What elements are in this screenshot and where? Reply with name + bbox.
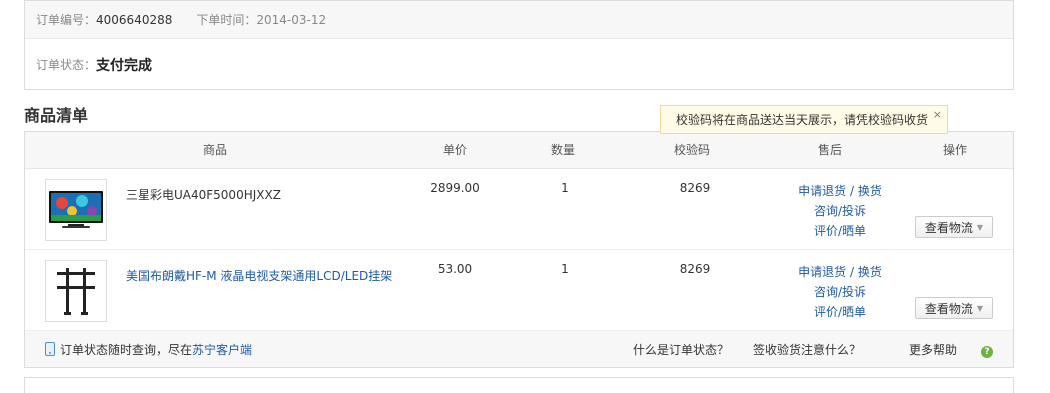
order-number: 4006640288 xyxy=(96,12,173,27)
order-status-label: 订单状态： xyxy=(36,58,97,72)
verification-code: 8269 xyxy=(679,181,711,195)
return-exchange-link[interactable]: 申请退货 / 换货 xyxy=(785,262,895,282)
tooltip-text: 校验码将在商品送达当天展示，请凭校验码收货 xyxy=(676,113,929,127)
product-price: 53.00 xyxy=(437,262,473,276)
verification-code-tooltip: 校验码将在商品送达当天展示，请凭校验码收货 × xyxy=(660,105,948,134)
table-header: 商品 单价 数量 校验码 售后 操作 xyxy=(25,132,1013,169)
bracket-image xyxy=(57,268,95,315)
table-row: 三星彩电UA40F5000HJXXZ 2899.00 1 8269 申请退货 /… xyxy=(25,169,1013,250)
header-after-sale: 售后 xyxy=(817,143,843,157)
header-quantity: 数量 xyxy=(550,143,576,157)
after-sale-links: 申请退货 / 换货 咨询/投诉 评价/晒单 xyxy=(785,262,895,322)
order-status-value: 支付完成 xyxy=(96,57,153,74)
product-price: 2899.00 xyxy=(430,181,480,195)
close-icon[interactable]: × xyxy=(933,108,942,121)
return-exchange-link[interactable]: 申请退货 / 换货 xyxy=(785,181,895,201)
sign-inspect-notes-link[interactable]: 签收验货注意什么？ xyxy=(753,341,861,358)
list-footer: 订单状态随时查询，尽在 苏宁客户端 什么是订单状态？ 签收验货注意什么？ 更多帮… xyxy=(25,331,1013,367)
question-icon: ? xyxy=(981,345,993,358)
order-meta-row: 订单编号： 4006640288 下单时间： 2014-03-12 xyxy=(25,1,1013,39)
view-logistics-button[interactable]: 查看物流 ▼ xyxy=(915,216,993,238)
product-thumbnail-tv[interactable] xyxy=(45,179,107,241)
order-info-box: 订单编号： 4006640288 下单时间： 2014-03-12 订单状态： … xyxy=(24,0,1014,90)
verification-code: 8269 xyxy=(679,262,711,276)
chevron-down-icon: ▼ xyxy=(976,222,984,232)
order-date-label: 下单时间： xyxy=(196,13,257,27)
mobile-phone-icon xyxy=(45,342,55,356)
product-name[interactable]: 美国布朗戴HF-M 液晶电视支架通用LCD/LED挂架 xyxy=(126,267,392,284)
help-links: 什么是订单状态？ 签收验货注意什么？ 更多帮助? xyxy=(609,331,993,367)
table-row: 美国布朗戴HF-M 液晶电视支架通用LCD/LED挂架 53.00 1 8269… xyxy=(25,250,1013,331)
consult-complaint-link[interactable]: 咨询/投诉 xyxy=(785,201,895,221)
view-logistics-label: 查看物流 xyxy=(924,220,973,235)
product-thumbnail-bracket[interactable] xyxy=(45,260,107,322)
order-status-row: 订单状态： 支付完成 xyxy=(25,39,1013,90)
header-code: 校验码 xyxy=(673,143,711,157)
client-link[interactable]: 苏宁客户端 xyxy=(192,341,252,358)
product-name[interactable]: 三星彩电UA40F5000HJXXZ xyxy=(126,186,281,203)
chevron-down-icon: ▼ xyxy=(976,303,984,313)
query-text: 订单状态随时查询，尽在 xyxy=(60,342,193,357)
section-title: 商品清单 xyxy=(24,106,89,125)
review-link[interactable]: 评价/晒单 xyxy=(785,221,895,241)
more-help-link[interactable]: 更多帮助? xyxy=(885,341,993,358)
client-promo: 订单状态随时查询，尽在 苏宁客户端 xyxy=(45,331,252,367)
tv-image xyxy=(49,191,103,228)
review-link[interactable]: 评价/晒单 xyxy=(785,302,895,322)
view-logistics-label: 查看物流 xyxy=(924,301,973,316)
header-action: 操作 xyxy=(942,143,968,157)
consult-complaint-link[interactable]: 咨询/投诉 xyxy=(785,282,895,302)
product-quantity: 1 xyxy=(561,262,569,276)
view-logistics-button[interactable]: 查看物流 ▼ xyxy=(915,297,993,319)
more-help-label: 更多帮助 xyxy=(908,342,957,357)
order-number-label: 订单编号： xyxy=(36,13,97,27)
after-sale-links: 申请退货 / 换货 咨询/投诉 评价/晒单 xyxy=(785,181,895,241)
product-quantity: 1 xyxy=(561,181,569,195)
header-price: 单价 xyxy=(442,143,468,157)
order-date: 2014-03-12 xyxy=(256,12,327,27)
next-section-box xyxy=(24,377,1014,393)
header-product: 商品 xyxy=(202,143,228,157)
product-list: 商品 单价 数量 校验码 售后 操作 三星彩电UA40F5000HJXXZ 28… xyxy=(24,131,1014,368)
what-is-order-status-link[interactable]: 什么是订单状态？ xyxy=(633,341,729,358)
